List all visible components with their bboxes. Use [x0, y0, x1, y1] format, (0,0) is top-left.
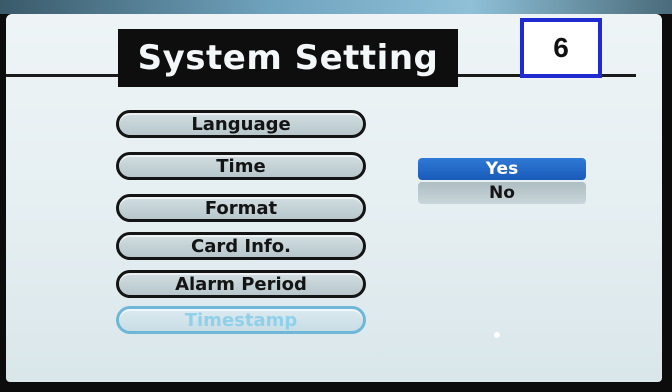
menu-button-time[interactable]: Time — [116, 152, 366, 180]
menu-button-label: Card Info. — [191, 235, 291, 257]
menu-button-language[interactable]: Language — [116, 110, 366, 138]
menu-button-label: Format — [204, 197, 278, 219]
menu-button-label: Language — [191, 113, 291, 135]
menu-button-format[interactable]: Format — [116, 194, 366, 222]
page-number: 6 — [553, 32, 569, 63]
menu-button-timestamp[interactable]: Timestamp — [116, 306, 366, 334]
device-bezel — [0, 0, 672, 14]
pointer-dot — [494, 332, 500, 338]
page-number-badge: 6 — [520, 18, 602, 78]
page-title-box: System Setting — [118, 29, 458, 87]
menu-button-card-info[interactable]: Card Info. — [116, 232, 366, 260]
option-yes-label: Yes — [485, 159, 519, 179]
page-title: System Setting — [137, 38, 439, 78]
menu-button-label: Timestamp — [184, 309, 298, 331]
option-yes[interactable]: Yes — [418, 158, 586, 180]
option-no[interactable]: No — [418, 182, 586, 204]
option-no-label: No — [489, 183, 515, 203]
menu-button-label: Time — [216, 155, 266, 177]
menu-button-alarm-period[interactable]: Alarm Period — [116, 270, 366, 298]
lcd-screen: System Setting 6 Language Time Format Ca… — [6, 14, 662, 382]
menu-button-label: Alarm Period — [175, 273, 307, 295]
